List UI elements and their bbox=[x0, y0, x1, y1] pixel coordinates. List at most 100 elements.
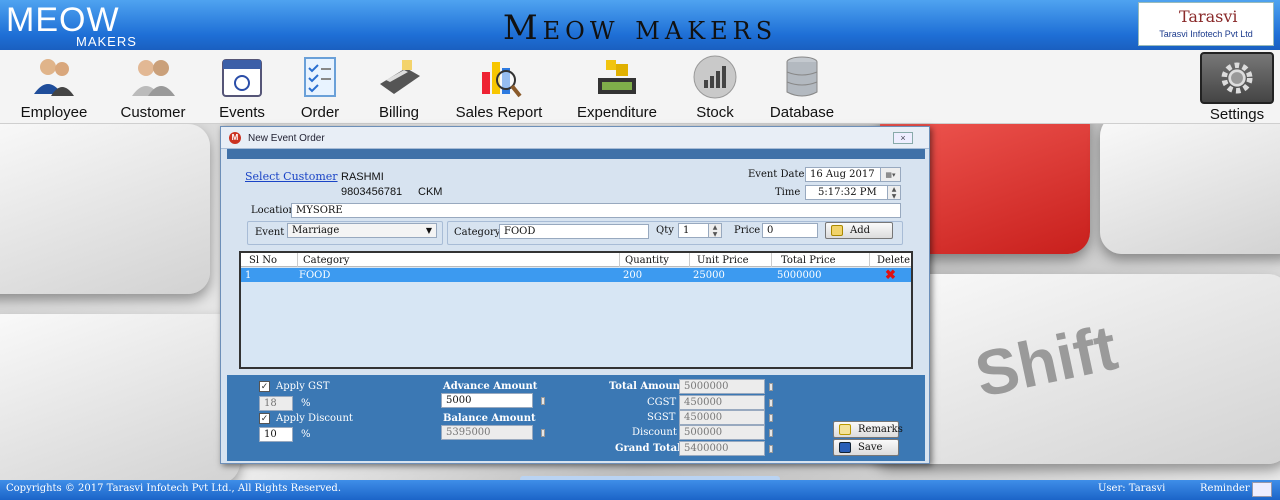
event-label: Event bbox=[255, 227, 285, 238]
app-header: MEOW MAKERS Meow makers Tarasvi Tarasvi … bbox=[0, 0, 1280, 50]
toolbar-sales-report[interactable]: Sales Report bbox=[446, 50, 552, 124]
time-value: 5:17:32 PM bbox=[818, 187, 877, 198]
toolbar-label: Employee bbox=[20, 104, 88, 121]
price-label: Price bbox=[734, 225, 761, 236]
field-marker bbox=[769, 414, 773, 422]
cgst-field: 450000 bbox=[679, 395, 765, 410]
field-marker bbox=[769, 399, 773, 407]
toolbar-employee[interactable]: Employee bbox=[10, 50, 98, 124]
save-button[interactable]: Save bbox=[833, 439, 899, 456]
brand-name: Tarasvi Infotech Pvt Ltd bbox=[1159, 29, 1253, 39]
cell-category: FOOD bbox=[299, 270, 331, 281]
gear-icon bbox=[1221, 62, 1253, 94]
billing-icon bbox=[380, 60, 420, 94]
main-toolbar: Employee Customer Events Order Billing S… bbox=[0, 50, 1280, 124]
calendar-icon bbox=[222, 59, 262, 97]
total-amount-field: 5000000 bbox=[679, 379, 765, 394]
current-user: User: Tarasvi bbox=[1098, 483, 1166, 494]
balance-amount-label: Balance Amount bbox=[443, 413, 536, 424]
gst-percent-sign: % bbox=[301, 398, 311, 409]
location-field[interactable]: MYSORE bbox=[291, 203, 901, 218]
remarks-button[interactable]: Remarks bbox=[833, 421, 903, 438]
toolbar-label: Stock bbox=[696, 104, 734, 121]
toolbar-events[interactable]: Events bbox=[206, 50, 278, 124]
table-row[interactable]: 1 FOOD 200 25000 5000000 ✖ bbox=[241, 268, 911, 283]
event-date-value: 16 Aug 2017 bbox=[810, 169, 875, 180]
col-unit-price: Unit Price bbox=[697, 255, 749, 266]
cell-unit-price: 25000 bbox=[693, 270, 725, 281]
app-small-icon: M bbox=[229, 132, 241, 144]
advance-amount-label: Advance Amount bbox=[443, 381, 538, 392]
close-icon[interactable]: × bbox=[893, 132, 913, 144]
customer-name: RASHMI bbox=[341, 171, 384, 183]
order-icon bbox=[304, 57, 336, 97]
discount-percent-field[interactable]: 10 bbox=[259, 427, 293, 442]
field-marker bbox=[769, 383, 773, 391]
sales-report-icon bbox=[482, 62, 522, 98]
qty-spin-icon[interactable]: ▲ ▼ bbox=[708, 224, 721, 237]
totals-panel: ✓ Apply GST 18 % ✓ Apply Discount 10 % A… bbox=[227, 375, 925, 461]
select-customer-link[interactable]: Select Customer bbox=[245, 170, 338, 183]
cell-sl-no: 1 bbox=[245, 270, 252, 281]
reminder-icon[interactable] bbox=[1252, 482, 1272, 497]
event-value: Marriage bbox=[292, 225, 340, 236]
add-button[interactable]: Add bbox=[825, 222, 893, 239]
apply-discount-checkbox[interactable]: ✓ bbox=[259, 413, 270, 424]
col-quantity: Quantity bbox=[625, 255, 669, 266]
apply-discount-label: Apply Discount bbox=[276, 413, 353, 424]
event-date-picker[interactable]: 16 Aug 2017 ▦▾ bbox=[805, 167, 901, 182]
employee-icon bbox=[34, 59, 74, 96]
toolbar-label: Events bbox=[219, 104, 265, 121]
status-bar: Copyrights © 2017 Tarasvi Infotech Pvt L… bbox=[0, 480, 1280, 500]
apply-gst-checkbox[interactable]: ✓ bbox=[259, 381, 270, 392]
location-label: Location bbox=[251, 205, 295, 216]
calendar-dropdown-icon[interactable]: ▦▾ bbox=[880, 168, 900, 181]
time-picker[interactable]: 5:17:32 PM ▲ ▼ bbox=[805, 185, 901, 200]
category-field[interactable]: FOOD bbox=[499, 224, 649, 239]
remarks-button-label: Remarks bbox=[858, 424, 903, 435]
col-delete: Delete bbox=[877, 255, 910, 266]
grand-total-field: 5400000 bbox=[679, 441, 765, 456]
toolbar-customer[interactable]: Customer bbox=[108, 50, 198, 124]
price-field[interactable]: 0 bbox=[762, 223, 818, 238]
remarks-icon bbox=[839, 424, 851, 435]
toolbar-label: Customer bbox=[120, 104, 186, 121]
field-marker bbox=[541, 429, 545, 437]
settings-button[interactable] bbox=[1200, 52, 1274, 104]
add-icon bbox=[831, 225, 843, 236]
event-select[interactable]: Marriage ▼ bbox=[287, 223, 437, 238]
col-total-price: Total Price bbox=[781, 255, 836, 266]
toolbar-stock[interactable]: Stock bbox=[680, 50, 750, 124]
customer-icon bbox=[132, 60, 175, 96]
balance-amount-field: 5395000 bbox=[441, 425, 533, 440]
toolbar-billing[interactable]: Billing bbox=[362, 50, 436, 124]
grand-total-label: Grand Total bbox=[615, 443, 681, 454]
toolbar-database[interactable]: Database bbox=[762, 50, 842, 124]
cgst-label: CGST bbox=[647, 397, 677, 408]
qty-value: 1 bbox=[683, 225, 690, 236]
time-spin-icon[interactable]: ▲ ▼ bbox=[887, 186, 900, 199]
time-label: Time bbox=[775, 187, 801, 198]
chevron-down-icon: ▼ bbox=[425, 226, 432, 235]
qty-stepper[interactable]: 1 ▲ ▼ bbox=[678, 223, 722, 238]
stock-icon bbox=[693, 55, 737, 99]
gst-percent-field[interactable]: 18 bbox=[259, 396, 293, 411]
toolbar-order[interactable]: Order bbox=[286, 50, 354, 124]
dialog-title: New Event Order bbox=[248, 133, 325, 144]
discount-percent-sign: % bbox=[301, 429, 311, 440]
col-sl-no: Sl No bbox=[249, 255, 277, 266]
customer-code: CKM bbox=[418, 186, 443, 198]
sgst-field: 450000 bbox=[679, 410, 765, 425]
settings-label: Settings bbox=[1209, 106, 1265, 123]
delete-icon[interactable]: ✖ bbox=[885, 268, 896, 283]
save-button-label: Save bbox=[858, 442, 883, 453]
cell-total-price: 5000000 bbox=[777, 270, 822, 281]
advance-amount-field[interactable]: 5000 bbox=[441, 393, 533, 408]
toolbar-label: Billing bbox=[378, 104, 420, 121]
toolbar-expenditure[interactable]: Expenditure bbox=[566, 50, 668, 124]
sgst-label: SGST bbox=[647, 412, 676, 423]
total-amount-label: Total Amount bbox=[609, 381, 685, 392]
toolbar-label: Order bbox=[300, 104, 340, 121]
reminder-link[interactable]: Reminder bbox=[1200, 483, 1250, 494]
order-items-grid: Sl No Category Quantity Unit Price Total… bbox=[239, 251, 913, 369]
